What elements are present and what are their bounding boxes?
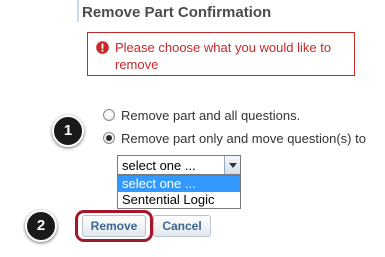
- move-questions-label[interactable]: Remove part only and move question(s) to: [121, 131, 366, 146]
- error-message-text: Please choose what you would like to rem…: [115, 40, 332, 72]
- move-target-select[interactable]: select one ...: [117, 155, 241, 175]
- dropdown-option-select-one[interactable]: select one ...: [118, 176, 240, 192]
- exclamation-circle-icon: [96, 41, 109, 54]
- move-target-dropdown-list: select one ... Sentential Logic: [117, 175, 241, 209]
- section-divider: [77, 0, 79, 22]
- dropdown-option-sentential-logic[interactable]: Sentential Logic: [118, 192, 240, 208]
- error-message-box: Please choose what you would like to rem…: [87, 32, 355, 76]
- step-1-badge: 1: [52, 115, 84, 147]
- move-target-select-value: select one ...: [122, 158, 196, 173]
- move-questions-radio[interactable]: [103, 132, 115, 144]
- page-title: Remove Part Confirmation: [82, 4, 272, 21]
- remove-all-label[interactable]: Remove part and all questions.: [121, 108, 300, 123]
- cancel-button[interactable]: Cancel: [153, 215, 211, 237]
- chevron-down-icon[interactable]: [224, 156, 240, 174]
- remove-button[interactable]: Remove: [82, 215, 146, 237]
- remove-all-radio[interactable]: [103, 109, 115, 121]
- step-2-badge: 2: [25, 210, 57, 242]
